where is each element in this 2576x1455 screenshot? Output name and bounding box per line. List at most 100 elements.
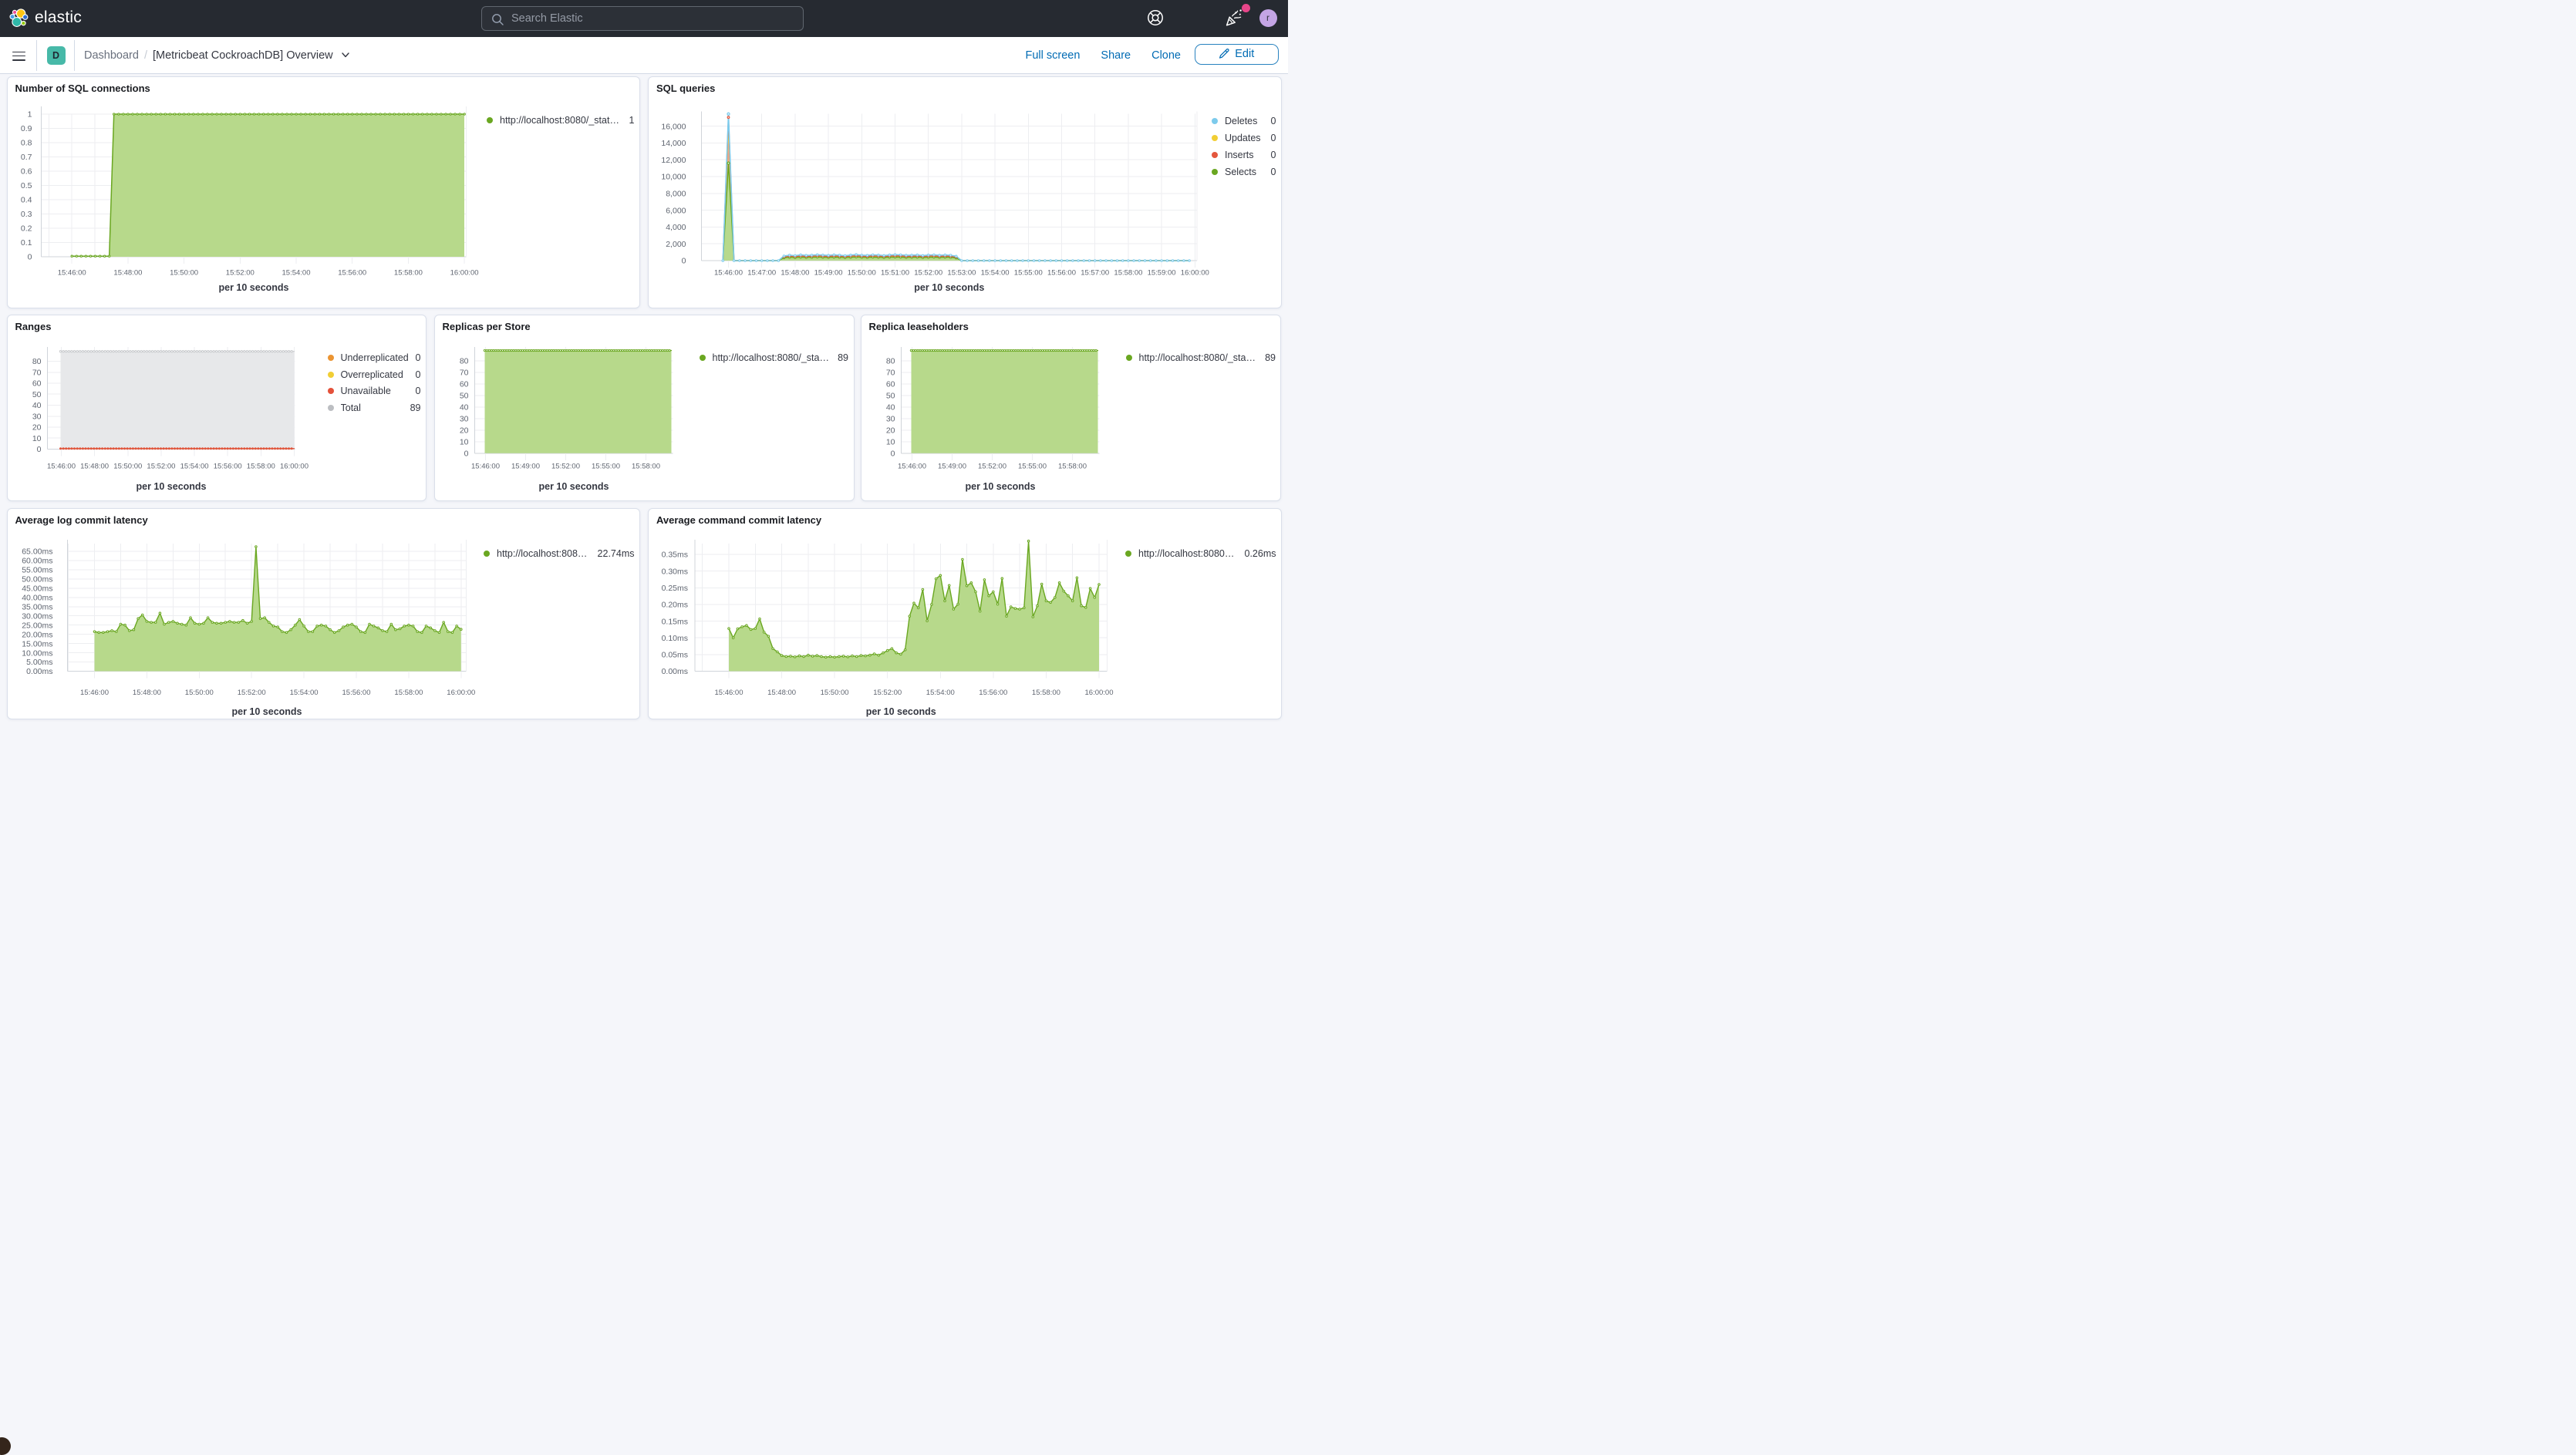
svg-text:60: 60 [32,379,41,389]
svg-text:15:55:00: 15:55:00 [592,463,620,471]
svg-text:15:46:00: 15:46:00 [47,463,76,471]
svg-text:5.00ms: 5.00ms [26,658,52,667]
svg-text:0.7: 0.7 [20,153,32,162]
svg-text:45.00ms: 45.00ms [22,584,52,594]
svg-text:40: 40 [885,403,895,413]
svg-text:10: 10 [885,438,895,447]
svg-text:15:58:00: 15:58:00 [1058,463,1087,471]
svg-text:0.2: 0.2 [20,224,32,233]
svg-text:4,000: 4,000 [666,223,686,232]
svg-text:8,000: 8,000 [666,189,686,198]
svg-text:15:48:00: 15:48:00 [80,463,109,471]
svg-text:15:46:00: 15:46:00 [898,463,926,471]
svg-text:0.35ms: 0.35ms [662,551,688,560]
svg-text:15:54:00: 15:54:00 [180,463,208,471]
svg-text:10,000: 10,000 [661,172,686,181]
svg-text:per 10 seconds: per 10 seconds [218,282,288,293]
svg-text:15:56:00: 15:56:00 [338,268,366,277]
svg-text:16,000: 16,000 [661,122,686,131]
svg-text:30: 30 [885,415,895,424]
svg-text:15:54:00: 15:54:00 [981,268,1010,277]
svg-text:15:58:00: 15:58:00 [1032,689,1060,697]
svg-text:0.00ms: 0.00ms [26,667,52,676]
svg-text:20: 20 [885,426,895,436]
svg-text:0.9: 0.9 [20,124,32,133]
svg-text:16:00:00: 16:00:00 [280,463,309,471]
svg-text:15:49:00: 15:49:00 [814,268,843,277]
svg-text:15:52:00: 15:52:00 [551,463,580,471]
svg-text:15:46:00: 15:46:00 [715,689,743,697]
svg-text:15:51:00: 15:51:00 [881,268,909,277]
svg-text:1: 1 [27,109,32,119]
svg-text:0.00ms: 0.00ms [662,667,688,676]
svg-text:0: 0 [464,450,468,459]
svg-text:15:58:00: 15:58:00 [1114,268,1142,277]
svg-text:15:48:00: 15:48:00 [113,268,142,277]
svg-text:70: 70 [459,369,468,378]
svg-text:15:46:00: 15:46:00 [80,689,109,697]
svg-text:6,000: 6,000 [666,206,686,215]
svg-text:per 10 seconds: per 10 seconds [914,282,984,293]
svg-text:40: 40 [459,403,468,413]
svg-text:0: 0 [36,445,41,454]
svg-text:50: 50 [885,392,895,401]
svg-text:12,000: 12,000 [661,155,686,164]
svg-text:per 10 seconds: per 10 seconds [965,481,1035,492]
svg-text:15:50:00: 15:50:00 [184,689,213,697]
svg-text:per 10 seconds: per 10 seconds [538,481,609,492]
svg-text:0.3: 0.3 [20,210,32,219]
svg-text:15:58:00: 15:58:00 [632,463,660,471]
svg-text:35.00ms: 35.00ms [22,603,52,612]
svg-text:per 10 seconds: per 10 seconds [136,481,206,492]
svg-text:15.00ms: 15.00ms [22,639,52,648]
svg-text:15:56:00: 15:56:00 [213,463,241,471]
svg-text:15:57:00: 15:57:00 [1081,268,1109,277]
svg-text:0.25ms: 0.25ms [662,584,688,593]
svg-text:2,000: 2,000 [666,239,686,248]
svg-text:15:47:00: 15:47:00 [747,268,776,277]
svg-text:30.00ms: 30.00ms [22,611,52,621]
svg-text:16:00:00: 16:00:00 [447,689,475,697]
svg-text:0.05ms: 0.05ms [662,651,688,660]
svg-text:70: 70 [885,369,895,378]
svg-text:80: 80 [459,357,468,366]
svg-text:0.20ms: 0.20ms [662,601,688,610]
svg-text:15:48:00: 15:48:00 [132,689,160,697]
svg-text:15:56:00: 15:56:00 [1047,268,1076,277]
svg-text:20: 20 [32,423,41,433]
svg-text:15:59:00: 15:59:00 [1148,268,1176,277]
svg-text:0.15ms: 0.15ms [662,617,688,626]
svg-text:15:52:00: 15:52:00 [225,268,254,277]
svg-text:15:50:00: 15:50:00 [848,268,876,277]
svg-text:50.00ms: 50.00ms [22,575,52,584]
svg-text:15:55:00: 15:55:00 [1014,268,1043,277]
svg-text:55.00ms: 55.00ms [22,566,52,575]
svg-text:40.00ms: 40.00ms [22,594,52,603]
svg-text:80: 80 [885,357,895,366]
svg-text:70: 70 [32,369,41,378]
svg-text:15:54:00: 15:54:00 [289,689,318,697]
svg-text:0.5: 0.5 [20,181,32,190]
svg-text:15:58:00: 15:58:00 [393,268,422,277]
svg-text:15:58:00: 15:58:00 [246,463,275,471]
svg-text:0.10ms: 0.10ms [662,634,688,643]
svg-text:0.6: 0.6 [20,167,32,176]
svg-text:60: 60 [885,380,895,389]
svg-text:15:46:00: 15:46:00 [57,268,86,277]
svg-text:15:49:00: 15:49:00 [938,463,966,471]
svg-text:10: 10 [459,438,468,447]
svg-text:15:46:00: 15:46:00 [471,463,500,471]
svg-text:30: 30 [459,415,468,424]
svg-text:15:52:00: 15:52:00 [873,689,902,697]
svg-text:30: 30 [32,412,41,421]
svg-text:25.00ms: 25.00ms [22,621,52,630]
svg-text:0.1: 0.1 [20,238,32,248]
svg-text:15:52:00: 15:52:00 [237,689,265,697]
svg-text:60.00ms: 60.00ms [22,557,52,566]
svg-text:15:50:00: 15:50:00 [113,463,142,471]
svg-text:15:50:00: 15:50:00 [170,268,198,277]
svg-text:15:52:00: 15:52:00 [914,268,942,277]
svg-text:15:53:00: 15:53:00 [947,268,976,277]
svg-text:0: 0 [890,450,895,459]
svg-text:16:00:00: 16:00:00 [1085,689,1114,697]
